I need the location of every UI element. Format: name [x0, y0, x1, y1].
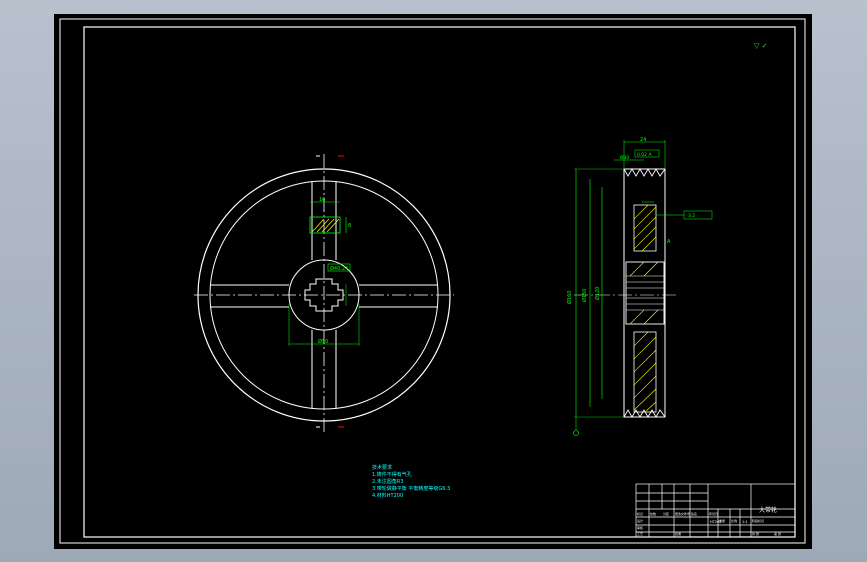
cad-viewport: ▽ ✓ 16 8 Ø40.24 Ø50 24 0.02 A Ø30 3.2 A …: [0, 0, 867, 562]
drawing-canvas: ▽ ✓ 16 8 Ø40.24 Ø50 24 0.02 A Ø30 3.2 A …: [59, 18, 806, 544]
title-block-label: 签名: [691, 511, 697, 516]
tech-note-3: 3.带轮做静平衡 平衡精度等级G6.3: [372, 485, 450, 492]
groove-callout: 0.02 A: [637, 152, 652, 158]
tech-notes-heading: 技术要求: [372, 464, 392, 471]
inner-diameter-label: Ø120: [594, 287, 601, 300]
web-hatching-upper: [633, 204, 657, 252]
web-hatching-lower: [633, 331, 657, 412]
keyway-width-label: 16: [319, 197, 325, 203]
keyway-hatching: [311, 218, 340, 233]
title-scale: 1:1: [742, 520, 748, 524]
groove-diameter-label: Ø150: [581, 289, 588, 302]
spline-lines: [626, 275, 664, 311]
title-block-label: 阶段标记: [752, 518, 764, 523]
outer-diameter-label: Ø160: [566, 291, 573, 304]
title-block-label: 比例: [731, 518, 737, 523]
outer-border: [59, 18, 806, 544]
inner-border: [83, 26, 796, 538]
drawing-sheet[interactable]: ▽ ✓ 16 8 Ø40.24 Ø50 24 0.02 A Ø30 3.2 A …: [54, 14, 812, 549]
title-cell: 大带轮: [759, 506, 777, 514]
width-label: 24: [640, 137, 646, 143]
datum-symbol: [573, 430, 579, 436]
title-block-label: 标记: [637, 511, 643, 516]
title-block-label: 重量: [719, 518, 725, 523]
web-section-lower: [633, 331, 657, 413]
bore-label: Ø50: [318, 338, 328, 345]
title-block-label: 年月日: [709, 511, 718, 516]
hub-section: [625, 261, 665, 325]
title-block-label: 批准: [675, 531, 681, 536]
pulley-outline: [623, 168, 666, 418]
roughness-label: 3.2: [688, 213, 695, 219]
title-block-label: 分区: [663, 511, 669, 516]
tech-notes: 技术要求 1.铸件不得有气孔 2.未注圆角R3 3.带轮做静平衡 平衡精度等级G…: [372, 464, 450, 499]
title-block-label: 更改文件号: [675, 511, 690, 516]
title-block-label: 审核: [637, 525, 643, 530]
datum-mark-right: A: [667, 239, 671, 245]
tech-note-2: 2.未注圆角R3: [372, 478, 403, 485]
side-view: 24 0.02 A Ø30 3.2 A Ø160 Ø150 Ø120: [566, 137, 713, 436]
hub-label: Ø40.24: [330, 265, 348, 272]
keyway-depth-label: 8: [348, 223, 351, 229]
corner-roughness-mark: ▽ ✓: [754, 42, 767, 50]
groove-profile-bottom: [623, 409, 666, 418]
title-block-label: 设计: [637, 518, 643, 523]
title-block-label: 第 张: [774, 531, 781, 536]
title-block-label: 共 张: [752, 531, 759, 536]
groove-profile-top: [623, 168, 666, 177]
tech-note-1: 1.铸件不得有气孔: [372, 471, 412, 478]
title-block-label: 处数: [650, 511, 656, 516]
front-view: 16 8 Ø40.24 Ø50: [194, 154, 454, 434]
title-block-label: 工艺: [637, 531, 643, 536]
hub-hatching: [629, 261, 659, 325]
pitch-label: Ø30: [620, 154, 629, 161]
tech-note-4: 4.材料HT200: [372, 492, 403, 499]
